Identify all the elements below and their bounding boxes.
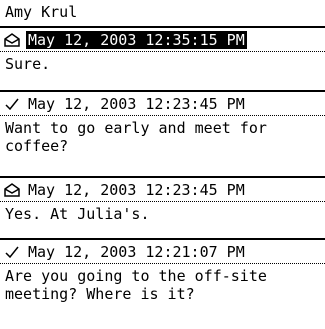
divider [0, 164, 325, 176]
message-thread-screen: Amy Krul May 12, 2003 12:35:15 PM Sure. … [0, 0, 325, 329]
message-timestamp: May 12, 2003 12:23:45 PM [28, 180, 245, 199]
contact-name: Amy Krul [5, 3, 78, 21]
message-timestamp: May 12, 2003 12:23:45 PM [28, 94, 245, 113]
envelope-open-icon [4, 32, 20, 48]
message-timestamp: May 12, 2003 12:35:15 PM [26, 30, 247, 49]
message-body: Want to go early and meet for coffee? [5, 119, 267, 155]
message-header[interactable]: May 12, 2003 12:21:07 PM [0, 238, 325, 264]
message-body: Yes. At Julia's. [5, 205, 150, 223]
envelope-open-icon [4, 182, 20, 198]
message-header[interactable]: May 12, 2003 12:23:45 PM [0, 90, 325, 116]
message-item[interactable]: May 12, 2003 12:23:45 PM Want to go earl… [0, 90, 325, 164]
message-item[interactable]: May 12, 2003 12:21:07 PM Are you going t… [0, 238, 325, 303]
message-item[interactable]: May 12, 2003 12:23:45 PM Yes. At Julia's… [0, 176, 325, 232]
message-timestamp: May 12, 2003 12:21:07 PM [28, 242, 245, 261]
message-body: Are you going to the off-site meeting? W… [5, 267, 267, 303]
divider [0, 82, 325, 90]
message-item[interactable]: May 12, 2003 12:35:15 PM Sure. [0, 26, 325, 82]
message-header[interactable]: May 12, 2003 12:35:15 PM [0, 26, 325, 52]
checkmark-icon [4, 244, 20, 260]
message-header[interactable]: May 12, 2003 12:23:45 PM [0, 176, 325, 202]
message-body: Sure. [5, 55, 51, 73]
checkmark-icon [4, 96, 20, 112]
